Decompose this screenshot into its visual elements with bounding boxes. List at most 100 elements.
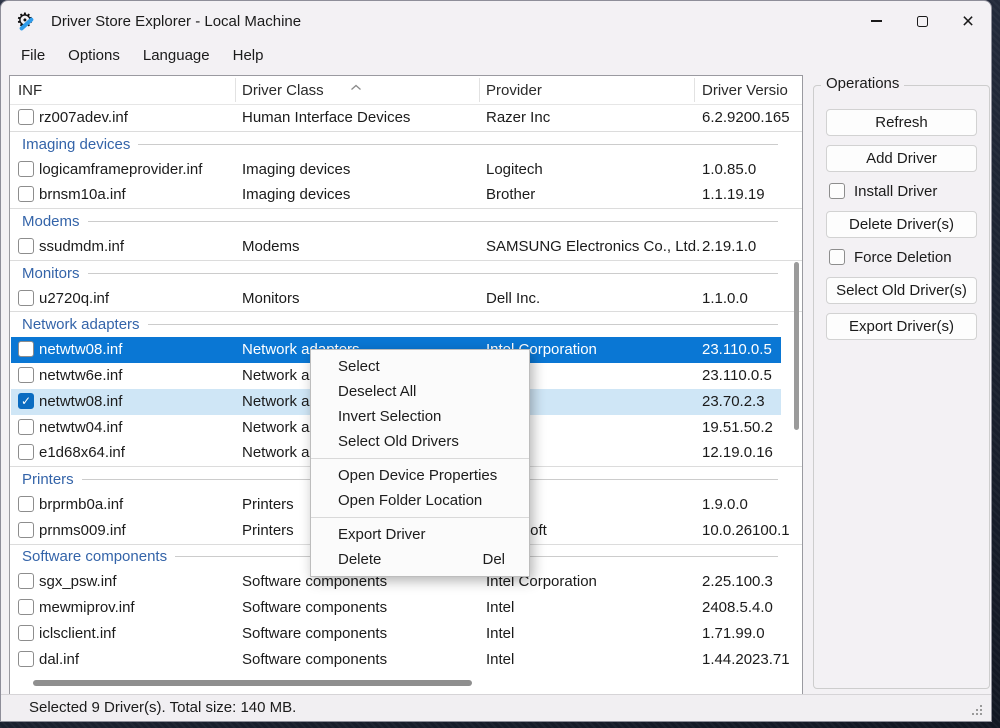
operations-panel: Operations Refresh Add Driver Install Driv… (813, 75, 990, 689)
app-icon: ⚙ (16, 8, 38, 32)
menubar-item-help[interactable]: Help (223, 42, 274, 70)
context-menu-item-deselect-all[interactable]: Deselect All (311, 379, 529, 404)
delete-driver-s-button[interactable]: Delete Driver(s) (826, 211, 977, 238)
statusbar: Selected 9 Driver(s). Total size: 140 MB… (1, 694, 991, 721)
context-menu-item-open-folder-location[interactable]: Open Folder Location (311, 488, 529, 513)
row-checkbox[interactable] (18, 418, 34, 435)
group-header-network-adapters: Network adapters (10, 311, 802, 337)
cell-driver-class: Software components (242, 599, 388, 617)
context-menu-item-select-old-drivers[interactable]: Select Old Drivers (311, 429, 529, 454)
row-checkbox[interactable] (18, 495, 34, 512)
status-text: Selected 9 Driver(s). Total size: 140 MB… (29, 699, 297, 716)
cell-driver-version: 23.70.2.3 (702, 392, 765, 410)
driver-row-brnsm10a-inf[interactable]: brnsm10a.inf Imaging devices Brother 1.1.19… (10, 182, 802, 208)
minimize-icon (870, 20, 882, 22)
cell-provider: Intel (486, 599, 515, 617)
vertical-scrollbar[interactable] (794, 262, 799, 430)
cell-driver-version: 1.9.0.0 (702, 495, 748, 513)
context-menu-separator (311, 458, 529, 459)
row-checkbox[interactable] (18, 341, 34, 358)
select-old-driver-s-button[interactable]: Select Old Driver(s) (826, 277, 977, 304)
cell-driver-class: Printers (242, 495, 294, 513)
column-header-driver-class[interactable]: Driver Class (242, 76, 324, 105)
row-checkbox[interactable] (18, 289, 34, 306)
row-highlight (11, 621, 781, 647)
cell-driver-version: 2.25.100.3 (702, 573, 773, 591)
row-checkbox[interactable] (18, 186, 34, 203)
maximize-button[interactable] (899, 1, 945, 41)
column-separator (694, 78, 695, 102)
cell-inf: netwtw08.inf (39, 392, 123, 410)
install-driver-checkbox[interactable]: Install Driver (829, 181, 977, 201)
group-header-monitors: Monitors (10, 259, 802, 286)
group-label: Imaging devices (22, 135, 131, 153)
resize-grip-icon[interactable] (972, 705, 982, 715)
cell-inf: sgx_psw.inf (39, 573, 117, 591)
cell-inf: iclsclient.inf (39, 624, 116, 642)
context-menu-item-invert-selection[interactable]: Invert Selection (311, 404, 529, 429)
row-checkbox[interactable] (18, 237, 34, 254)
cell-inf: netwtw6e.inf (39, 366, 123, 384)
context-menu-item-delete[interactable]: Delete Del (311, 547, 529, 572)
driver-row-mewmiprov-inf[interactable]: mewmiprov.inf Software components Intel 240… (10, 595, 802, 621)
cell-driver-version: 23.110.0.5 (702, 366, 772, 384)
context-menu-item-label: Invert Selection (338, 408, 442, 425)
close-button[interactable]: × (945, 1, 991, 41)
menubar-item-options[interactable]: Options (58, 42, 130, 70)
cell-driver-class: Imaging devices (242, 160, 351, 178)
cell-driver-version: 23.110.0.5 (702, 341, 772, 359)
menubar-item-language[interactable]: Language (133, 42, 220, 70)
row-checkbox[interactable] (18, 109, 34, 125)
context-menu-item-export-driver[interactable]: Export Driver (311, 522, 529, 547)
cell-driver-class: Printers (242, 521, 294, 539)
row-checkbox-checked[interactable]: ✓ (18, 392, 34, 409)
cell-inf: mewmiprov.inf (39, 599, 135, 617)
cell-driver-version: 2.19.1.0 (702, 237, 757, 255)
window-title: Driver Store Explorer - Local Machine (51, 12, 302, 30)
driver-row-logicamframeprovider-inf[interactable]: logicamframeprovider.inf Imaging devices L… (10, 157, 802, 183)
column-header-inf[interactable]: INF (18, 76, 42, 105)
export-driver-s-button[interactable]: Export Driver(s) (826, 313, 977, 340)
cell-driver-version: 1.71.99.0 (702, 624, 765, 642)
column-header-driver-versio[interactable]: Driver Versio (702, 76, 788, 105)
menubar-item-file[interactable]: File (11, 42, 55, 70)
driver-row-ssudmdm-inf[interactable]: ssudmdm.inf Modems SAMSUNG Electronics Co.… (10, 234, 802, 260)
row-checkbox[interactable] (18, 573, 34, 590)
checkbox-box[interactable] (829, 249, 845, 265)
column-header-provider[interactable]: Provider (486, 76, 542, 105)
row-checkbox[interactable] (18, 521, 34, 538)
refresh-button[interactable]: Refresh (826, 109, 977, 136)
driver-row-rz007adev-inf[interactable]: rz007adev.inf Human Interface Devices Raze… (10, 105, 802, 131)
context-menu-item-select[interactable]: Select (311, 354, 529, 379)
group-divider-line (87, 221, 778, 223)
group-label: Network adapters (22, 316, 140, 334)
checkbox-box[interactable] (829, 183, 845, 199)
sort-ascending-icon (350, 78, 362, 96)
driver-row-u2720q-inf[interactable]: u2720q.inf Monitors Dell Inc. 1.1.0.0 (10, 286, 802, 312)
row-checkbox[interactable] (18, 624, 34, 641)
cell-inf: dal.inf (39, 650, 80, 668)
add-driver-button[interactable]: Add Driver (826, 145, 977, 172)
row-checkbox[interactable] (18, 160, 34, 177)
column-separator (479, 78, 480, 102)
context-menu-item-label: Delete (338, 551, 382, 568)
desktop-background: ⚙ Driver Store Explorer - Local Machine … (0, 0, 1000, 728)
minimize-button[interactable] (853, 1, 899, 41)
cell-inf: e1d68x64.inf (39, 444, 125, 462)
driver-row-dal-inf[interactable]: dal.inf Software components Intel 1.44.2023… (10, 647, 802, 673)
context-menu-item-label: Open Device Properties (338, 467, 498, 484)
titlebar[interactable]: ⚙ Driver Store Explorer - Local Machine … (1, 1, 991, 41)
cell-provider: Brother (486, 186, 536, 204)
row-checkbox[interactable] (18, 650, 34, 667)
force-deletion-checkbox[interactable]: Force Deletion (829, 247, 977, 267)
horizontal-scrollbar[interactable] (33, 680, 472, 686)
driver-row-iclsclient-inf[interactable]: iclsclient.inf Software components Intel 1.… (10, 621, 802, 647)
context-menu-item-open-device-properties[interactable]: Open Device Properties (311, 463, 529, 488)
cell-inf: netwtw08.inf (39, 341, 123, 359)
row-checkbox[interactable] (18, 444, 34, 461)
row-checkbox[interactable] (18, 366, 34, 383)
cell-inf: ssudmdm.inf (39, 237, 125, 255)
cell-provider: Intel (486, 650, 515, 668)
row-checkbox[interactable] (18, 599, 34, 616)
context-menu-item-label: Select Old Drivers (338, 433, 459, 450)
